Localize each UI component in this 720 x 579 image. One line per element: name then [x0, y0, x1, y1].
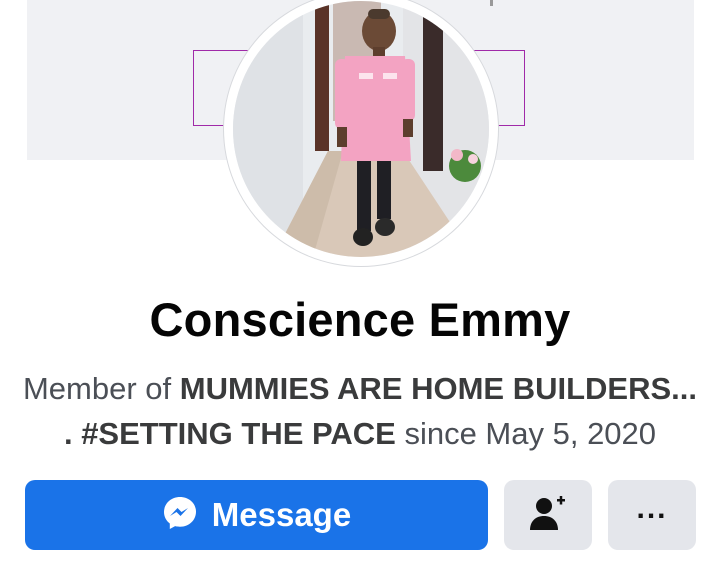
more-icon: ... [636, 492, 668, 525]
profile-name: Conscience Emmy [149, 293, 571, 346]
add-friend-icon [530, 495, 566, 535]
message-button-label: Message [211, 496, 352, 533]
add-friend-button[interactable] [504, 480, 592, 550]
more-options-button[interactable]: ... [608, 480, 696, 550]
group-name-line2[interactable]: . #SETTING THE PACE [64, 416, 396, 451]
bio-prefix: Member of [22, 371, 180, 406]
member-since-text: since May 5, 2020 [395, 416, 657, 451]
cover-mark [490, 0, 493, 6]
group-membership-text: Member of MUMMIES ARE HOME BUILDERS... .… [0, 366, 720, 456]
message-button[interactable]: Message [25, 480, 488, 550]
avatar[interactable] [233, 1, 489, 257]
messenger-icon [162, 495, 198, 536]
group-name-line1[interactable]: MUMMIES ARE HOME BUILDERS... [180, 371, 697, 406]
